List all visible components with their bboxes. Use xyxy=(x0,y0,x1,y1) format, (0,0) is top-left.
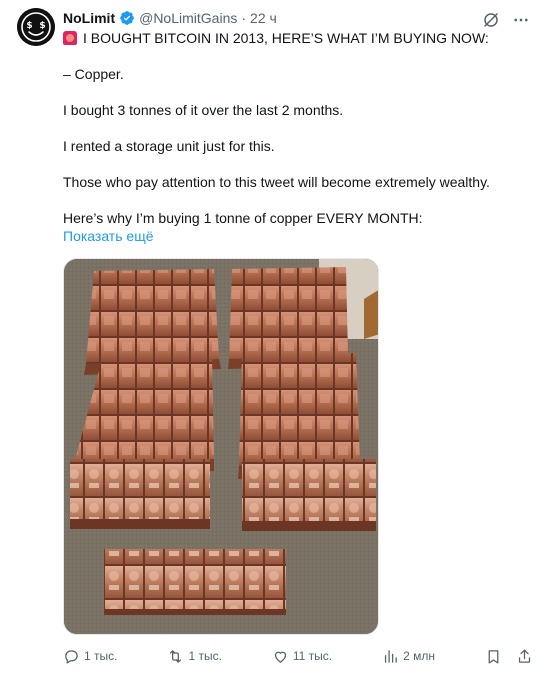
retweet-button[interactable]: 1 тыс. xyxy=(167,648,222,665)
share-icon xyxy=(518,648,531,663)
ellipsis-icon xyxy=(514,18,528,22)
display-name[interactable]: NoLimit xyxy=(63,10,115,26)
secondary-actions xyxy=(485,648,533,665)
retweet-icon xyxy=(170,649,182,663)
show-more-link[interactable]: Показать ещё xyxy=(63,227,535,245)
tweet-top-actions xyxy=(481,10,531,30)
tweet-line: Those who pay attention to this tweet wi… xyxy=(63,174,490,190)
bookmark-button[interactable] xyxy=(485,648,502,665)
svg-text:$: $ xyxy=(39,21,45,31)
reply-icon xyxy=(65,649,78,664)
heart-icon xyxy=(274,651,286,663)
tweet-header: NoLimit @NoLimitGains · 22 ч xyxy=(63,10,277,26)
grok-slash-icon xyxy=(484,13,498,27)
tweet-line: I rented a storage unit just for this. xyxy=(63,138,275,154)
reply-count: 1 тыс. xyxy=(84,649,118,663)
copper-bars-photo-icon xyxy=(64,259,378,634)
tweet-line: – Copper. xyxy=(63,66,124,82)
like-button[interactable]: 11 тыс. xyxy=(272,648,332,665)
tweet-line: I bought 3 tonnes of it over the last 2 … xyxy=(63,102,344,118)
user-handle[interactable]: @NoLimitGains xyxy=(139,10,237,26)
reply-button[interactable]: 1 тыс. xyxy=(63,648,117,665)
retweet-count: 1 тыс. xyxy=(188,649,222,663)
grok-icon[interactable] xyxy=(481,10,501,30)
like-count: 11 тыс. xyxy=(292,649,333,663)
tweet-action-bar: 1 тыс. 1 тыс. 11 тыс. 2 млн xyxy=(63,646,533,666)
verified-badge-icon xyxy=(120,11,134,25)
svg-text:$: $ xyxy=(26,21,32,31)
avatar[interactable]: $ $ xyxy=(17,8,55,46)
dollar-face-avatar-icon: $ $ xyxy=(17,8,55,46)
views-bar-chart-icon xyxy=(384,649,397,663)
separator-dot: · xyxy=(241,10,247,26)
share-button[interactable] xyxy=(516,648,533,665)
more-options-icon[interactable] xyxy=(511,10,531,30)
siren-emoji-icon xyxy=(63,31,77,45)
headline-line: I BOUGHT BITCOIN IN 2013, HERE’S WHAT I’… xyxy=(63,29,535,47)
headline-text: I BOUGHT BITCOIN IN 2013, HERE’S WHAT I’… xyxy=(83,30,489,46)
tweet-line: Here’s why I’m buying 1 tonne of copper … xyxy=(63,210,423,226)
views-button[interactable]: 2 млн xyxy=(382,648,435,665)
tweet-card: $ $ NoLimit @NoLimitGains · 22 ч I BOUGH… xyxy=(0,0,549,675)
views-count: 2 млн xyxy=(403,649,435,663)
timestamp[interactable]: 22 ч xyxy=(250,10,277,26)
tweet-text: I BOUGHT BITCOIN IN 2013, HERE’S WHAT I’… xyxy=(63,29,535,245)
tweet-photo[interactable] xyxy=(63,258,379,635)
bookmark-icon xyxy=(488,649,499,664)
